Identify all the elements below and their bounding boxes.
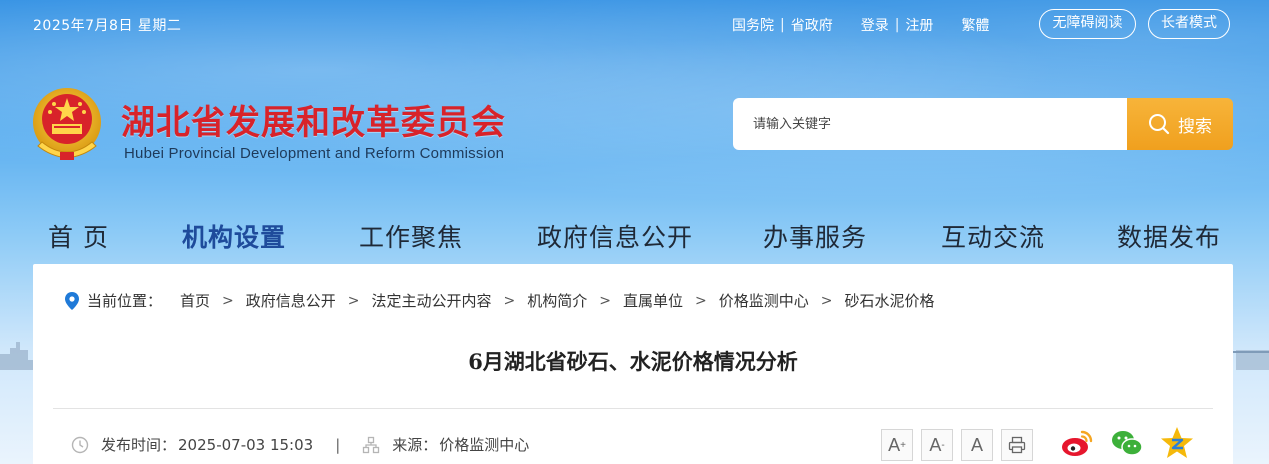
font-decrease-icon[interactable]: A-: [921, 429, 953, 461]
nav-gov-info[interactable]: 政府信息公开: [537, 218, 693, 254]
font-increase-icon[interactable]: A +: [881, 429, 913, 461]
breadcrumb-separator: >: [695, 292, 707, 309]
site-title[interactable]: 湖北省发展和改革委员会: [121, 95, 506, 144]
breadcrumb-home[interactable]: 首页: [180, 290, 210, 311]
nav-services[interactable]: 办事服务: [763, 218, 867, 254]
nav-interaction[interactable]: 互动交流: [941, 218, 1045, 254]
top-links: 国务院 | 省政府 登录 | 注册 繁體: [732, 15, 989, 35]
breadcrumb-separator: >: [820, 292, 833, 309]
search-input[interactable]: [733, 98, 1127, 150]
breadcrumb-legal-disclosure[interactable]: 法定主动公开内容: [372, 290, 492, 311]
qzone-icon[interactable]: [1160, 426, 1194, 460]
search-button-label: 搜索: [1178, 116, 1212, 137]
source-value: 价格监测中心: [439, 436, 530, 454]
article-title: 6月湖北省砂石、水泥价格情况分析: [468, 349, 798, 374]
site-subtitle: Hubei Provincial Development and Reform …: [124, 145, 505, 162]
breadcrumb-separator: >: [347, 292, 360, 309]
nav-data-release[interactable]: 数据发布: [1117, 218, 1221, 254]
elder-mode-button[interactable]: 长者模式: [1148, 9, 1230, 39]
article-tools: A + A- A: [881, 429, 1033, 461]
login-link[interactable]: 登录: [861, 15, 889, 35]
publish-time-label: 发布时间：: [101, 436, 177, 454]
content-card: 当前位置： 首页 > 政府信息公开 > 法定主动公开内容 > 机构简介 > 直属…: [33, 264, 1233, 464]
nav-work-focus[interactable]: 工作聚焦: [359, 218, 463, 254]
breadcrumb-org-intro[interactable]: 机构简介: [527, 290, 587, 311]
breadcrumb-separator: >: [222, 292, 234, 309]
link-province-gov[interactable]: 省政府: [791, 15, 833, 35]
meta-separator: |: [335, 435, 341, 454]
breadcrumb-separator: >: [503, 292, 516, 309]
divider: [53, 408, 1213, 409]
search-icon: [1149, 114, 1170, 135]
wechat-icon[interactable]: [1110, 426, 1144, 460]
separator: |: [894, 17, 900, 33]
weibo-icon[interactable]: [1060, 426, 1094, 460]
separator: |: [780, 17, 785, 33]
location-pin-icon: [65, 291, 79, 310]
source-icon: [363, 436, 380, 453]
nav-home[interactable]: 首 页: [48, 218, 109, 254]
font-reset-icon[interactable]: A: [961, 429, 993, 461]
breadcrumb-label: 当前位置：: [87, 292, 163, 310]
accessibility-button[interactable]: 无障碍阅读: [1039, 9, 1136, 39]
traditional-chinese-link[interactable]: 繁體: [961, 15, 989, 35]
breadcrumb-separator: >: [599, 292, 612, 309]
breadcrumb-price-monitoring[interactable]: 价格监测中心: [719, 290, 809, 311]
current-date: 2025年7月8日 星期二: [33, 18, 182, 34]
national-emblem-icon[interactable]: [30, 86, 104, 164]
search-bar: 搜索: [733, 98, 1233, 150]
article-meta: 发布时间： 2025-07-03 15:03 | 来源： 价格监测中心: [71, 434, 529, 455]
publish-time: 2025-07-03 15:03: [178, 435, 314, 454]
breadcrumb-affiliated-units[interactable]: 直属单位: [623, 290, 683, 311]
breadcrumb: 当前位置： 首页 > 政府信息公开 > 法定主动公开内容 > 机构简介 > 直属…: [65, 290, 935, 311]
top-bar: 2025年7月8日 星期二 国务院 | 省政府 登录 | 注册 繁體 无障碍阅读…: [0, 0, 1269, 48]
share-buttons: [1060, 426, 1194, 460]
print-icon[interactable]: [1001, 429, 1033, 461]
breadcrumb-gov-info[interactable]: 政府信息公开: [246, 290, 336, 311]
link-state-council[interactable]: 国务院: [732, 15, 774, 35]
nav-organization[interactable]: 机构设置: [182, 218, 286, 254]
register-link[interactable]: 注册: [905, 15, 933, 35]
source-label: 来源：: [392, 436, 438, 454]
main-nav: 首 页 机构设置 工作聚焦 政府信息公开 办事服务 互动交流 数据发布: [0, 212, 1269, 258]
clock-icon: [71, 436, 89, 453]
breadcrumb-sand-cement-price[interactable]: 砂石水泥价格: [845, 290, 935, 311]
search-button[interactable]: 搜索: [1127, 98, 1233, 150]
